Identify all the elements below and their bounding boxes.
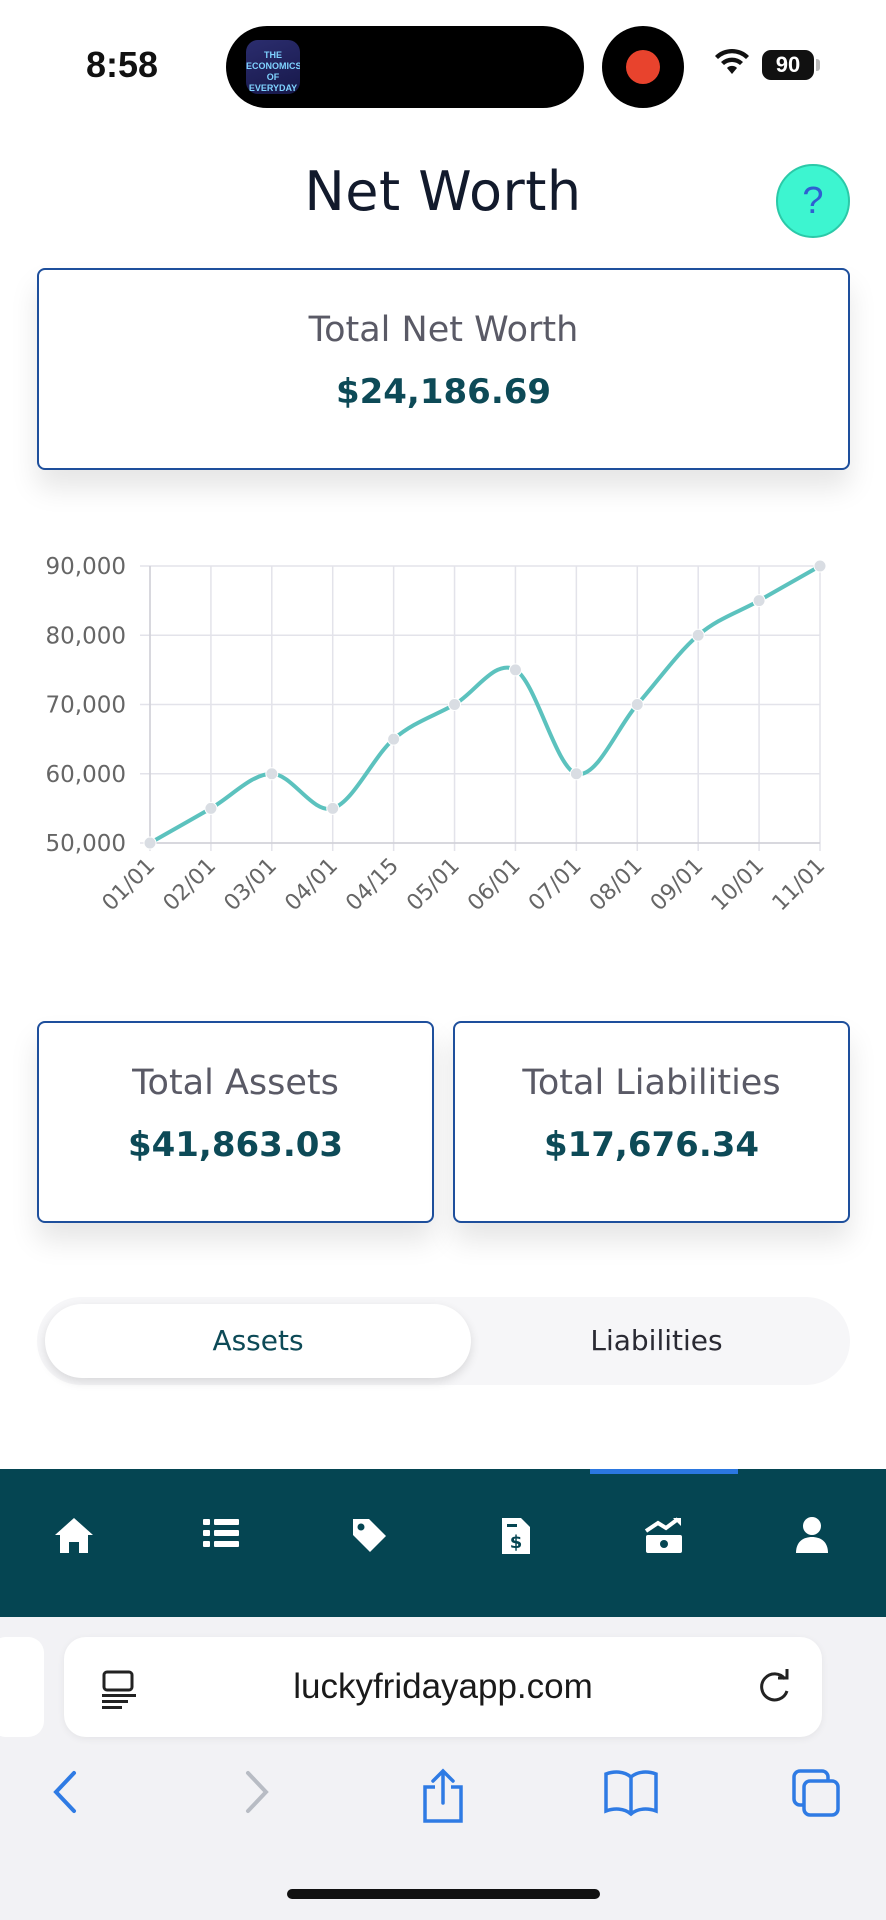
app-thumbnail-icon: THE ECONOMICS OF EVERYDAY THINGS bbox=[246, 40, 300, 94]
data-point bbox=[691, 628, 705, 642]
x-tick-label: 09/01 bbox=[646, 854, 709, 917]
browser-toolbar: luckyfridayapp.com bbox=[0, 1617, 886, 1920]
nav-investments[interactable] bbox=[634, 1515, 694, 1571]
total-liabilities-value: $17,676.34 bbox=[543, 1125, 760, 1165]
nav-profile[interactable] bbox=[782, 1515, 842, 1571]
app-thumbnail-label: THE ECONOMICS OF EVERYDAY THINGS bbox=[246, 50, 300, 93]
y-tick-label: 80,000 bbox=[46, 623, 126, 649]
nav-active-indicator bbox=[590, 1469, 738, 1474]
home-indicator bbox=[287, 1889, 600, 1899]
y-tick-label: 90,000 bbox=[46, 554, 126, 580]
data-point bbox=[143, 836, 157, 850]
total-liabilities-card: Total Liabilities $17,676.34 bbox=[453, 1021, 850, 1223]
svg-text:$: $ bbox=[510, 1532, 523, 1553]
status-bar: 8:58 THE ECONOMICS OF EVERYDAY THINGS 90 bbox=[0, 0, 886, 130]
back-icon[interactable] bbox=[48, 1767, 84, 1817]
data-point bbox=[813, 559, 827, 573]
x-tick-label: 05/01 bbox=[402, 854, 465, 917]
battery-tip bbox=[816, 59, 820, 71]
x-tick-label: 01/01 bbox=[98, 854, 161, 917]
tabs-icon[interactable] bbox=[790, 1767, 844, 1821]
data-point bbox=[508, 663, 522, 677]
investments-icon bbox=[644, 1517, 682, 1553]
tag-icon bbox=[353, 1519, 386, 1552]
data-point bbox=[265, 767, 279, 781]
y-tick-label: 70,000 bbox=[46, 693, 126, 719]
assets-liabilities-toggle: Assets Liabilities bbox=[37, 1297, 850, 1385]
x-tick-label: 03/01 bbox=[220, 854, 283, 917]
x-tick-label: 10/01 bbox=[707, 854, 770, 917]
data-point bbox=[204, 801, 218, 815]
x-tick-label: 02/01 bbox=[159, 854, 222, 917]
tab-assets[interactable]: Assets bbox=[45, 1304, 471, 1378]
bottom-nav: $ bbox=[0, 1469, 886, 1617]
x-tick-label: 04/01 bbox=[280, 854, 343, 917]
list-icon bbox=[203, 1519, 239, 1547]
total-assets-label: Total Assets bbox=[132, 1063, 339, 1103]
net-worth-card: Total Net Worth $24,186.69 bbox=[37, 268, 850, 470]
recording-indicator bbox=[602, 26, 684, 108]
x-tick-label: 04/15 bbox=[341, 854, 404, 917]
data-point bbox=[630, 698, 644, 711]
battery-icon: 90 bbox=[762, 50, 814, 80]
data-point bbox=[448, 698, 462, 711]
record-dot-icon bbox=[626, 50, 660, 84]
y-tick-label: 60,000 bbox=[46, 762, 126, 788]
x-tick-label: 07/01 bbox=[524, 854, 587, 917]
data-point bbox=[569, 767, 583, 781]
data-point bbox=[752, 594, 766, 608]
dynamic-island: THE ECONOMICS OF EVERYDAY THINGS bbox=[226, 26, 584, 108]
share-icon[interactable] bbox=[418, 1767, 468, 1825]
data-point bbox=[326, 801, 340, 815]
nav-bills[interactable]: $ bbox=[486, 1515, 546, 1571]
nav-home[interactable] bbox=[44, 1515, 104, 1571]
status-time: 8:58 bbox=[86, 44, 159, 85]
nav-tags[interactable] bbox=[339, 1515, 399, 1571]
net-worth-chart: 50,000 60,000 70,000 80,000 90,000 01/0102/01… bbox=[46, 554, 831, 917]
x-tick-label: 11/01 bbox=[768, 854, 831, 917]
wifi-icon bbox=[715, 48, 749, 74]
net-worth-value: $24,186.69 bbox=[335, 372, 552, 412]
y-tick-label: 50,000 bbox=[46, 831, 126, 857]
data-point bbox=[387, 732, 401, 746]
profile-icon bbox=[796, 1517, 828, 1553]
tab-liabilities[interactable]: Liabilities bbox=[471, 1304, 842, 1378]
bookmarks-icon[interactable] bbox=[602, 1767, 660, 1817]
x-tick-label: 06/01 bbox=[463, 854, 526, 917]
total-assets-value: $41,863.03 bbox=[127, 1125, 344, 1165]
help-button[interactable]: ? bbox=[776, 164, 850, 238]
x-tick-label: 08/01 bbox=[585, 854, 648, 917]
url-text: luckyfridayapp.com bbox=[293, 1667, 593, 1706]
home-icon bbox=[55, 1518, 93, 1553]
nav-list[interactable] bbox=[191, 1515, 251, 1571]
total-assets-card: Total Assets $41,863.03 bbox=[37, 1021, 434, 1223]
net-worth-label: Total Net Worth bbox=[308, 310, 579, 350]
previous-tab-peek[interactable] bbox=[0, 1637, 44, 1737]
address-bar[interactable]: luckyfridayapp.com bbox=[64, 1637, 822, 1737]
reload-icon[interactable] bbox=[754, 1667, 794, 1707]
page-title: Net Worth bbox=[304, 160, 582, 223]
invoice-icon: $ bbox=[502, 1518, 530, 1554]
forward-icon[interactable] bbox=[238, 1767, 274, 1817]
total-liabilities-label: Total Liabilities bbox=[522, 1063, 781, 1103]
